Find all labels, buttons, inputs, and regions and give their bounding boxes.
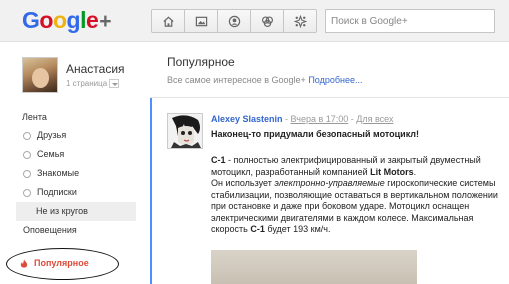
photos-button[interactable] <box>184 9 218 33</box>
post-author-avatar[interactable] <box>167 113 203 149</box>
photos-icon <box>195 16 207 26</box>
circle-icon <box>23 169 31 178</box>
profile-button[interactable] <box>217 9 251 33</box>
sidebar-item-acquaintances[interactable]: Знакомые <box>16 164 136 183</box>
user-name[interactable]: Анастасия <box>66 62 125 76</box>
selected-post-indicator <box>150 98 152 284</box>
circle-icon <box>23 150 31 159</box>
google-plus-logo[interactable]: Google+ <box>22 6 112 36</box>
page-subtitle: Все самое интересное в Google+ Подробнее… <box>167 75 363 85</box>
sidebar: Анастасия 1 страница Лента Друзья Семья … <box>0 42 150 284</box>
page-subtitle-text: Все самое интересное в Google+ <box>167 75 306 85</box>
post-author-name[interactable]: Alexey Slastenin <box>211 114 283 124</box>
circles-button[interactable] <box>250 9 284 33</box>
sidebar-item-label: Оповещения <box>23 225 77 235</box>
top-bar: Google+ <box>0 0 509 42</box>
stream-menu: Друзья Семья Знакомые Подписки Не из кру… <box>16 126 136 240</box>
sidebar-item-label: Подписки <box>37 187 77 197</box>
sidebar-item-label: Не из кругов <box>36 206 88 216</box>
post-timestamp[interactable]: Вчера в 17:00 <box>291 114 349 124</box>
separator: - <box>282 114 291 124</box>
text: Он использует <box>211 178 275 188</box>
bold-text: С-1 <box>211 155 226 165</box>
text: будет 193 км/ч. <box>264 224 331 234</box>
circle-icon <box>23 131 31 140</box>
sidebar-item-not-in-circles[interactable]: Не из кругов <box>16 202 136 221</box>
home-button[interactable] <box>151 9 185 33</box>
user-page-label: 1 страница <box>66 79 108 88</box>
page-title: Популярное <box>167 55 235 69</box>
divider <box>150 97 509 98</box>
post-title: Наконец-то придумали безопасный мотоцикл… <box>211 129 420 139</box>
circle-icon <box>23 188 31 197</box>
chevron-down-icon <box>109 79 120 89</box>
user-page-selector[interactable]: 1 страница <box>66 79 120 89</box>
circles-icon <box>261 15 273 27</box>
sidebar-item-label: Друзья <box>37 130 67 140</box>
text: . <box>413 166 417 177</box>
bold-text: Lit Motors <box>370 166 414 177</box>
sidebar-item-friends[interactable]: Друзья <box>16 126 136 145</box>
sidebar-item-label: Популярное <box>34 258 89 268</box>
post-image[interactable] <box>211 250 417 284</box>
sidebar-item-family[interactable]: Семья <box>16 145 136 164</box>
bold-text: С-1 <box>250 224 265 234</box>
post-header: Alexey Slastenin - Вчера в 17:00 - Для в… <box>211 114 393 124</box>
flame-icon <box>20 258 28 268</box>
italic-text: электронно-управляемые <box>274 178 385 188</box>
author-avatar-image <box>168 114 202 148</box>
sidebar-item-notifications[interactable]: Оповещения <box>16 221 136 240</box>
home-icon <box>162 16 174 27</box>
user-avatar[interactable] <box>22 57 58 93</box>
games-button[interactable] <box>283 9 317 33</box>
main-content: Популярное Все самое интересное в Google… <box>150 42 509 284</box>
sidebar-item-label: Знакомые <box>37 168 80 178</box>
learn-more-link[interactable]: Подробнее... <box>308 75 362 85</box>
post-audience[interactable]: Для всех <box>356 114 393 124</box>
post-paragraph-1: С-1 - полностью электрифицированный и за… <box>211 155 506 178</box>
sidebar-item-popular[interactable]: Популярное <box>20 258 89 268</box>
games-icon <box>293 14 307 28</box>
text: - полностью электрифицированный и закрыт… <box>211 155 481 177</box>
sidebar-item-following[interactable]: Подписки <box>16 183 136 202</box>
post-body: С-1 - полностью электрифицированный и за… <box>211 155 506 236</box>
stream-link[interactable]: Лента <box>22 112 47 122</box>
profile-icon <box>228 15 240 27</box>
post-paragraph-2: Он использует электронно-управляемые гир… <box>211 178 506 236</box>
sidebar-item-label: Семья <box>37 149 65 159</box>
search-input[interactable] <box>325 9 495 33</box>
